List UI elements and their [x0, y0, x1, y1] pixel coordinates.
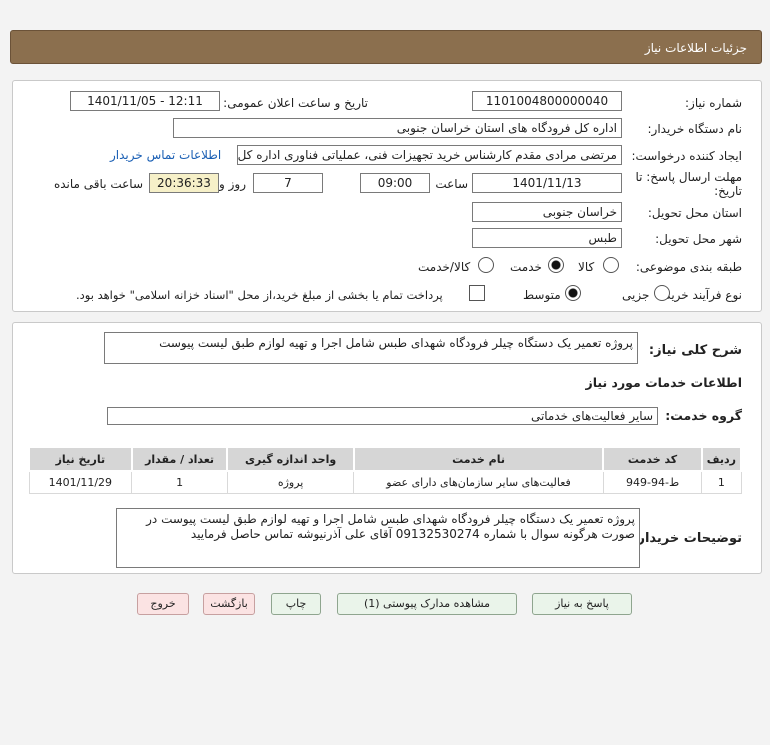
process-radio-medium[interactable] — [565, 285, 581, 301]
services-heading: اطلاعات خدمات مورد نیاز — [585, 375, 743, 390]
category-radio-service[interactable] — [548, 257, 564, 273]
province-label: استان محل تحویل: — [647, 206, 742, 220]
reply-button[interactable]: پاسخ به نیاز — [532, 593, 632, 615]
process-option-minor: جزیی — [622, 288, 650, 302]
service-group-field: سایر فعالیت‌های خدماتی — [107, 407, 658, 425]
cell-unit: پروژه — [226, 470, 355, 494]
page-title: جزئیات اطلاعات نیاز — [644, 41, 747, 55]
category-option-service: خدمت — [510, 260, 542, 274]
process-radio-minor[interactable] — [654, 285, 670, 301]
process-option-medium: متوسط — [523, 288, 561, 302]
category-option-goods-service: کالا/خدمت — [418, 260, 471, 274]
table-header-row: ردیف کد خدمت نام خدمت واحد اندازه گیری ت… — [28, 446, 743, 472]
col-unit-header: واحد اندازه گیری — [226, 446, 355, 472]
col-row-header: ردیف — [700, 446, 743, 472]
city-field: طبس — [472, 228, 622, 248]
cell-qty: 1 — [131, 470, 228, 494]
deadline-label-2: تاریخ: — [714, 184, 742, 198]
creator-label: ایجاد کننده درخواست: — [631, 149, 742, 163]
back-button[interactable]: بازگشت — [203, 593, 255, 615]
treasury-checkbox[interactable] — [469, 285, 485, 301]
summary-label: شرح کلی نیاز: — [648, 343, 742, 358]
cell-row: 1 — [701, 470, 742, 494]
print-button[interactable]: چاپ — [271, 593, 321, 615]
buyer-notes-field: پروژه تعمیر یک دستگاه چیلر فرودگاه شهدای… — [116, 508, 640, 568]
page-header: جزئیات اطلاعات نیاز — [10, 30, 762, 64]
remaining-time-field: 20:36:33 — [149, 173, 219, 193]
announce-label: تاریخ و ساعت اعلان عمومی: — [223, 96, 368, 110]
col-date-header: تاریخ نیاز — [28, 446, 133, 472]
days-field: 7 — [253, 173, 323, 193]
deadline-time-field: 09:00 — [360, 173, 430, 193]
need-info-panel — [12, 80, 762, 312]
creator-field: مرتضی مرادی مقدم کارشناس خرید تجهیزات فن… — [237, 145, 622, 165]
need-number-field: 1101004800000040 — [472, 91, 622, 111]
deadline-label: مهلت ارسال پاسخ: تا — [635, 170, 742, 184]
buyer-org-label: نام دستگاه خریدار: — [647, 122, 743, 136]
col-code-header: کد خدمت — [602, 446, 703, 472]
announce-field: 1401/11/05 - 12:11 — [70, 91, 220, 111]
table-row: 1 ط-94-949 فعالیت‌های سایر سازمان‌های دا… — [28, 470, 742, 494]
cell-name: فعالیت‌های سایر سازمان‌های دارای عضو — [353, 470, 604, 494]
buyer-org-field: اداره کل فرودگاه های استان خراسان جنوبی — [173, 118, 622, 138]
process-label: نوع فرآیند خرید : — [657, 288, 742, 302]
category-radio-goods-service[interactable] — [478, 257, 494, 273]
category-radio-goods[interactable] — [603, 257, 619, 273]
buyer-contact-link[interactable]: اطلاعات تماس خریدار — [110, 148, 221, 162]
province-field: خراسان جنوبی — [472, 202, 622, 222]
service-group-label: گروه خدمت: — [665, 408, 742, 423]
cell-date: 1401/11/29 — [28, 470, 133, 494]
services-table: ردیف کد خدمت نام خدمت واحد اندازه گیری ت… — [28, 446, 743, 494]
deadline-time-label: ساعت — [435, 177, 468, 191]
exit-button[interactable]: خروج — [137, 593, 189, 615]
summary-field: پروژه تعمیر یک دستگاه چیلر فرودگاه شهدای… — [104, 332, 638, 364]
city-label: شهر محل تحویل: — [655, 232, 742, 246]
need-number-label: شماره نیاز: — [685, 96, 742, 110]
category-option-goods: کالا — [578, 260, 595, 274]
cell-code: ط-94-949 — [602, 470, 703, 494]
buyer-notes-label: توضیحات خریدار: — [632, 531, 742, 546]
days-label: روز و — [219, 177, 246, 191]
col-name-header: نام خدمت — [352, 446, 605, 472]
payment-note: پرداخت تمام یا بخشی از مبلغ خرید،از محل … — [76, 288, 443, 302]
deadline-date-field: 1401/11/13 — [472, 173, 622, 193]
remaining-label: ساعت باقی مانده — [53, 177, 143, 191]
col-qty-header: تعداد / مقدار — [130, 446, 229, 472]
category-label: طبقه بندی موضوعی: — [635, 260, 742, 274]
attachments-button[interactable]: مشاهده مدارک پیوستی (1) — [337, 593, 517, 615]
